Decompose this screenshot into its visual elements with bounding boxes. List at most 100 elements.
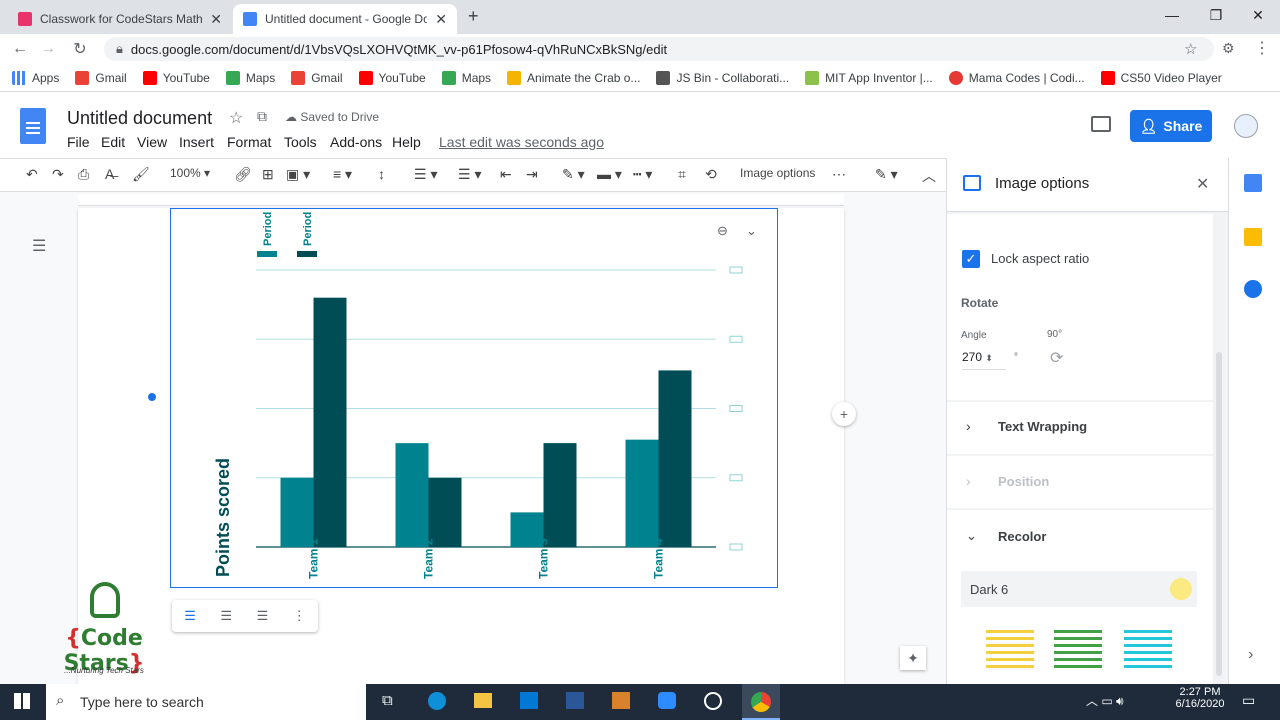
bookmark-animate-crab[interactable]: Animate the Crab o...	[507, 70, 640, 85]
keep-icon[interactable]	[1244, 228, 1262, 246]
new-tab-button[interactable]: +	[468, 6, 479, 27]
avatar[interactable]	[1234, 114, 1258, 138]
panel-scrollbar[interactable]	[1216, 352, 1222, 676]
rotate-90-icon[interactable]: ⟳	[1050, 348, 1063, 368]
recolor-select[interactable]: Dark 6	[961, 571, 1197, 607]
document-title[interactable]: Untitled document	[67, 108, 212, 129]
bookmark-maps[interactable]: Maps	[225, 70, 275, 85]
line-spacing-icon[interactable]: ↕	[378, 166, 385, 182]
zoom-select[interactable]: 100% ▾	[170, 166, 210, 180]
docs-logo-icon[interactable]	[20, 108, 46, 144]
chart-image[interactable]: Team 1 Team 2 Team 3 Team 4 Period 1 Period 2…	[171, 208, 777, 588]
clock[interactable]: 2:27 PM 6/16/2020	[1170, 686, 1230, 710]
link-icon[interactable]: 🔗︎	[234, 166, 252, 183]
increase-indent-icon[interactable]: ⇥	[526, 166, 538, 183]
bookmark-gmail[interactable]: Gmail	[75, 70, 127, 85]
angle-input[interactable]: 270 ⬍	[962, 350, 1006, 370]
recolor-green-swatch[interactable]	[1054, 630, 1102, 670]
file-explorer-icon[interactable]	[474, 693, 492, 708]
menu-tools[interactable]: Tools	[284, 134, 317, 150]
address-bar[interactable]: 🔒︎ docs.google.com/document/d/1VbsVQsLXO…	[104, 37, 1214, 61]
edge-icon[interactable]	[428, 692, 446, 710]
border-dash-icon[interactable]: ┅ ▾	[633, 166, 652, 183]
spellcheck-icon[interactable]: A̶	[105, 166, 114, 182]
menu-file[interactable]: File	[67, 134, 90, 150]
bookmark-jsbin[interactable]: JS Bin - Collaborati...	[656, 70, 789, 85]
more-options-icon[interactable]: ⋮	[293, 608, 306, 624]
ruler[interactable]	[78, 194, 844, 206]
media-icon[interactable]	[612, 692, 630, 709]
position-section[interactable]	[947, 456, 1213, 508]
back-icon[interactable]: ←	[9, 38, 31, 60]
add-comment-icon[interactable]: ⊞	[262, 166, 274, 183]
extension-icon[interactable]: ⚙	[1222, 40, 1235, 57]
zoom-icon[interactable]	[658, 692, 676, 709]
numbered-list-icon[interactable]: ☰ ▾	[414, 166, 437, 183]
border-weight-icon[interactable]: ▬ ▾	[597, 166, 622, 183]
share-button[interactable]: 👤︎ Share	[1130, 110, 1212, 142]
tray-icons[interactable]: ︿ ▭ 🔊︎	[1086, 692, 1124, 709]
chevron-down-icon[interactable]: ⌄	[966, 528, 977, 544]
bookmark-gmail[interactable]: Gmail	[291, 70, 343, 85]
stepper-icon[interactable]: ⬍	[985, 353, 993, 363]
last-edit-link[interactable]: Last edit was seconds ago	[439, 134, 604, 150]
bookmark-youtube[interactable]: YouTube	[142, 70, 210, 85]
maximize-icon[interactable]: ❐	[1194, 0, 1238, 30]
rotate-handle[interactable]	[148, 393, 156, 401]
expand-panel-icon[interactable]: ›	[1248, 646, 1253, 664]
forward-icon[interactable]: →	[37, 38, 59, 60]
collapse-icon[interactable]: ︿	[922, 166, 936, 186]
menu-edit[interactable]: Edit	[101, 134, 125, 150]
undo-icon[interactable]: ↶	[26, 166, 38, 183]
recolor-label[interactable]: Recolor	[998, 529, 1046, 544]
menu-icon[interactable]: ⋮	[1254, 38, 1270, 58]
menu-help[interactable]: Help	[392, 134, 421, 150]
image-link-menu[interactable]: ⊖ ⌄	[708, 220, 766, 242]
star-icon[interactable]: ☆	[229, 108, 243, 128]
notifications-icon[interactable]: ▭	[1242, 692, 1255, 709]
bulleted-list-icon[interactable]: ☰ ▾	[458, 166, 481, 183]
break-text-icon[interactable]: ☰	[257, 608, 269, 624]
reload-icon[interactable]: ↻	[69, 38, 91, 60]
align-icon[interactable]: ≡ ▾	[333, 166, 352, 183]
menu-insert[interactable]: Insert	[179, 134, 214, 150]
redo-icon[interactable]: ↷	[52, 166, 64, 183]
paint-format-icon[interactable]: 🖌︎	[132, 166, 150, 183]
close-tab-icon[interactable]: ✕	[435, 11, 447, 28]
taskbar-search[interactable]: Type here to search	[46, 684, 366, 720]
star-icon[interactable]: ☆	[1184, 40, 1197, 58]
inline-wrap-icon[interactable]: ☰	[184, 608, 196, 624]
more-icon[interactable]: ⋯	[832, 166, 846, 183]
add-comment-icon[interactable]: +	[832, 402, 856, 426]
tab-untitled-document[interactable]: Untitled document - Google Doc ✕	[233, 4, 457, 34]
calendar-icon[interactable]	[1244, 174, 1262, 192]
bookmark-apps[interactable]: Apps	[12, 70, 59, 85]
menu-format[interactable]: Format	[227, 134, 271, 150]
reset-image-icon[interactable]: ⟲	[705, 166, 717, 183]
tasks-icon[interactable]	[1244, 280, 1262, 298]
menu-addons[interactable]: Add-ons	[330, 134, 382, 150]
tab-classwork[interactable]: Classwork for CodeStars Mathem ✕	[8, 4, 232, 34]
lock-aspect-checkbox[interactable]: ✓	[962, 250, 980, 268]
wrap-text-icon[interactable]: ☰	[220, 608, 232, 624]
explore-icon[interactable]: ✦	[900, 646, 926, 670]
task-view-icon[interactable]: ⧉	[382, 692, 393, 709]
bookmark-mit-app-inventor[interactable]: MIT App Inventor |...	[805, 70, 933, 85]
insert-image-icon[interactable]: ▣ ▾	[286, 166, 310, 183]
recolor-yellow-swatch[interactable]	[986, 630, 1034, 670]
bookmark-youtube[interactable]: YouTube	[358, 70, 426, 85]
outline-icon[interactable]: ☰	[32, 236, 46, 256]
close-tab-icon[interactable]: ✕	[210, 11, 222, 28]
recolor-cyan-swatch[interactable]	[1124, 630, 1172, 670]
word-icon[interactable]	[566, 692, 584, 709]
decrease-indent-icon[interactable]: ⇤	[500, 166, 512, 183]
crop-icon[interactable]: ⌗	[678, 166, 686, 183]
store-icon[interactable]	[520, 692, 538, 709]
menu-view[interactable]: View	[137, 134, 167, 150]
minimize-icon[interactable]: —	[1150, 0, 1194, 30]
image-options-button[interactable]: Image options	[740, 166, 815, 180]
bookmark-cs50[interactable]: CS50 Video Player	[1100, 70, 1222, 85]
bookmark-mama-codes[interactable]: Mama Codes | Codi...	[948, 70, 1085, 85]
close-panel-icon[interactable]: ✕	[1196, 174, 1209, 194]
player-icon[interactable]	[704, 692, 722, 710]
